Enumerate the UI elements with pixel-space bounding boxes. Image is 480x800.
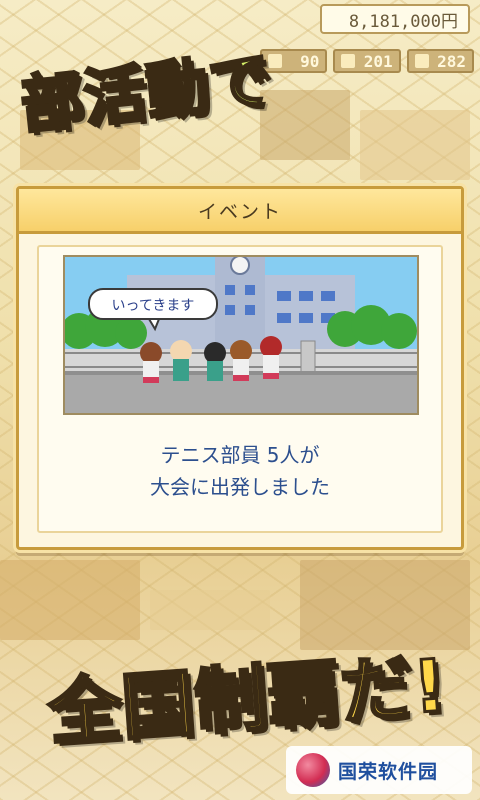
dialog-body: いってきます テニス部員 5人が 大会に出発しました	[37, 245, 443, 533]
globe-logo-icon	[296, 753, 330, 787]
watermark: 国荣软件园	[286, 746, 472, 794]
stat-value: 282	[437, 51, 466, 71]
stat-weight: 282	[406, 49, 474, 73]
speech-bubble-text: いってきます	[111, 298, 195, 314]
dialog-title: イベント	[19, 189, 461, 234]
weight-icon	[414, 54, 429, 68]
stats-bar: 90 201 282	[260, 48, 474, 74]
stat-value: 201	[363, 51, 393, 71]
money-display: 8,181,000円	[320, 4, 470, 34]
event-dialog[interactable]: イベント いってきます テニス部員 5人が 大会に出発しました	[16, 186, 464, 550]
event-illustration: いってきます	[63, 255, 419, 415]
watermark-text: 国荣软件园	[338, 760, 439, 783]
message-line-1: テニス部員 5人が	[160, 443, 320, 467]
event-message: テニス部員 5人が 大会に出発しました	[39, 439, 441, 503]
stat-value: 90	[300, 51, 320, 71]
stat-flask: 201	[333, 49, 401, 73]
flask-icon	[341, 54, 356, 68]
message-line-2: 大会に出発しました	[150, 475, 330, 499]
